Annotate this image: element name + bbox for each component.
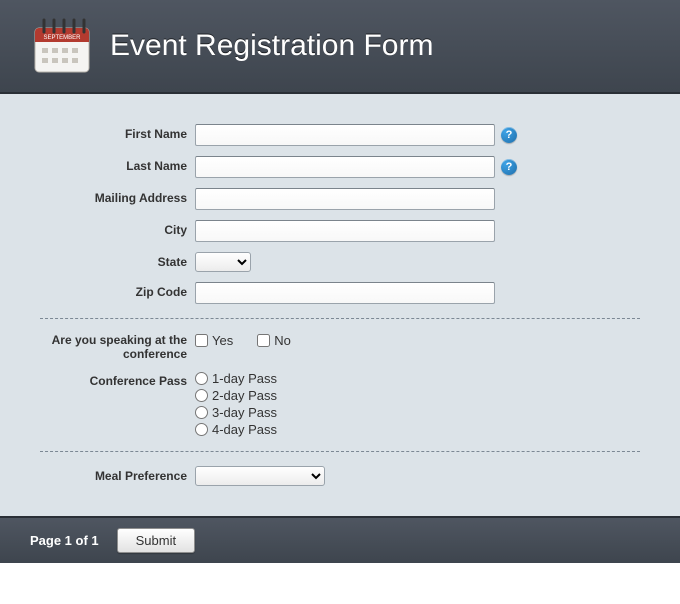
speaking-no-option[interactable]: No bbox=[257, 333, 291, 348]
state-select[interactable] bbox=[195, 252, 251, 272]
pass-4day-option[interactable]: 4-day Pass bbox=[195, 422, 277, 437]
pass-3day-label: 3-day Pass bbox=[212, 405, 277, 420]
page-title: Event Registration Form bbox=[110, 29, 433, 63]
address-input[interactable] bbox=[195, 188, 495, 210]
speaking-yes-checkbox[interactable] bbox=[195, 334, 208, 347]
label-meal: Meal Preference bbox=[40, 466, 195, 483]
calendar-icon: SEPTEMBER bbox=[30, 14, 94, 78]
label-last-name: Last Name bbox=[40, 156, 195, 173]
submit-button[interactable]: Submit bbox=[117, 528, 195, 553]
form-footer: Page 1 of 1 Submit bbox=[0, 516, 680, 563]
first-name-input[interactable] bbox=[195, 124, 495, 146]
form-body: First Name ? Last Name ? Mailing Address… bbox=[0, 94, 680, 516]
divider bbox=[40, 451, 640, 452]
speaking-yes-label: Yes bbox=[212, 333, 233, 348]
meal-select[interactable] bbox=[195, 466, 325, 486]
pass-4day-radio[interactable] bbox=[195, 423, 208, 436]
pass-2day-label: 2-day Pass bbox=[212, 388, 277, 403]
pass-1day-option[interactable]: 1-day Pass bbox=[195, 371, 277, 386]
help-icon[interactable]: ? bbox=[501, 159, 517, 175]
pass-4day-label: 4-day Pass bbox=[212, 422, 277, 437]
label-address: Mailing Address bbox=[40, 188, 195, 205]
speaking-no-checkbox[interactable] bbox=[257, 334, 270, 347]
pass-3day-radio[interactable] bbox=[195, 406, 208, 419]
pass-3day-option[interactable]: 3-day Pass bbox=[195, 405, 277, 420]
page-indicator: Page 1 of 1 bbox=[30, 533, 99, 548]
pass-2day-option[interactable]: 2-day Pass bbox=[195, 388, 277, 403]
city-input[interactable] bbox=[195, 220, 495, 242]
zip-input[interactable] bbox=[195, 282, 495, 304]
speaking-yes-option[interactable]: Yes bbox=[195, 333, 233, 348]
last-name-input[interactable] bbox=[195, 156, 495, 178]
pass-1day-label: 1-day Pass bbox=[212, 371, 277, 386]
pass-2day-radio[interactable] bbox=[195, 389, 208, 402]
divider bbox=[40, 318, 640, 319]
pass-1day-radio[interactable] bbox=[195, 372, 208, 385]
label-first-name: First Name bbox=[40, 124, 195, 141]
help-icon[interactable]: ? bbox=[501, 127, 517, 143]
speaking-no-label: No bbox=[274, 333, 291, 348]
label-state: State bbox=[40, 252, 195, 269]
svg-text:SEPTEMBER: SEPTEMBER bbox=[43, 35, 81, 41]
label-zip: Zip Code bbox=[40, 282, 195, 299]
label-pass: Conference Pass bbox=[40, 371, 195, 388]
label-speaking: Are you speaking at the conference bbox=[40, 333, 195, 361]
form-header: SEPTEMBER Event Registration Form bbox=[0, 0, 680, 94]
label-city: City bbox=[40, 220, 195, 237]
